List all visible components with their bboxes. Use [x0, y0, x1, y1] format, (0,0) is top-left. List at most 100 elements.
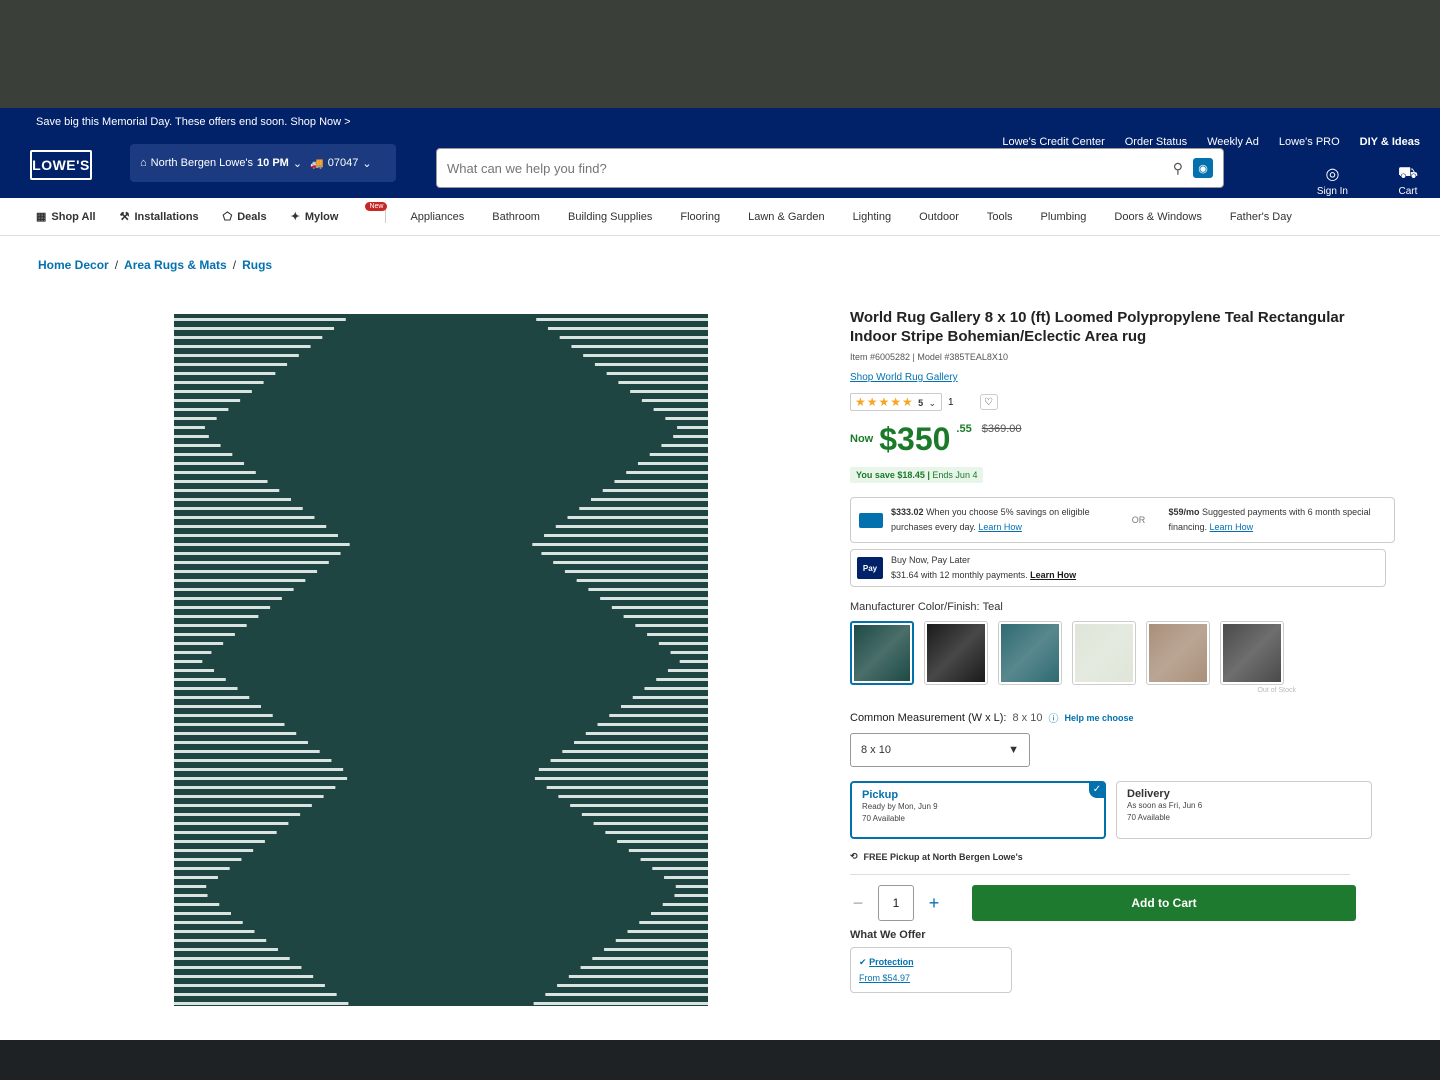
color-swatch[interactable]	[850, 621, 914, 685]
search-input[interactable]	[437, 160, 1173, 176]
delivery-option[interactable]: Delivery As soon as Fri, Jun 6 70 Availa…	[1116, 781, 1372, 839]
monitor-bezel-bottom	[0, 1040, 1440, 1080]
store-item[interactable]: ⌂ North Bergen Lowe's 10 PM ⌄	[140, 157, 302, 170]
nav-deals-label: Deals	[237, 210, 267, 223]
bnpl-text: $31.64 with 12 monthly payments.	[891, 570, 1028, 580]
protection-price[interactable]: From $54.97	[859, 970, 1003, 986]
top-link-order-status[interactable]: Order Status	[1125, 136, 1187, 148]
financing-offer: $59/mo Suggested payments with 6 month s…	[1169, 505, 1387, 535]
price-row: Now $350 .55 $369.00	[850, 423, 1395, 455]
pickup-icon: ⟲	[850, 851, 858, 861]
nav-category[interactable]: Flooring	[680, 211, 720, 223]
nav-category[interactable]: Appliances	[410, 211, 464, 223]
color-swatch[interactable]	[1072, 621, 1136, 685]
camera-search-icon[interactable]: ◉	[1193, 158, 1213, 178]
breadcrumb-rugs[interactable]: Rugs	[242, 258, 272, 272]
learn-how-link[interactable]: Learn How	[1030, 570, 1076, 580]
color-label-text: Manufacturer Color/Finish:	[850, 601, 980, 613]
nav-category[interactable]: Lighting	[853, 211, 892, 223]
credit-offer: $333.02 When you choose 5% savings on el…	[891, 505, 1109, 535]
info-icon[interactable]: ⓘ	[1048, 710, 1058, 725]
protection-card[interactable]: ✔ Protection From $54.97	[850, 947, 1012, 993]
nav-category[interactable]: Building Supplies	[568, 211, 652, 223]
size-select[interactable]: 8 x 10 ▼	[850, 733, 1030, 767]
learn-how-link[interactable]: Learn How	[978, 522, 1022, 532]
site-header: Lowe's Credit Center Order Status Weekly…	[0, 136, 1440, 198]
store-selector[interactable]: ⌂ North Bergen Lowe's 10 PM ⌄ 🚚 07047 ⌄	[130, 144, 396, 182]
new-badge: New	[365, 202, 388, 211]
top-links: Lowe's Credit Center Order Status Weekly…	[1002, 136, 1420, 148]
free-pickup-note: ⟲ FREE Pickup at North Bergen Lowe's	[850, 851, 1395, 862]
check-icon: ✓	[1089, 782, 1105, 798]
favorite-heart-icon[interactable]: ♡	[979, 394, 998, 410]
zip-selector[interactable]: 🚚 07047 ⌄	[310, 157, 372, 170]
swatch-fill	[1149, 624, 1207, 682]
was-price: $369.00	[981, 423, 1022, 435]
top-link-weekly-ad[interactable]: Weekly Ad	[1207, 136, 1259, 148]
color-swatch[interactable]	[1220, 621, 1284, 685]
promo-text[interactable]: Save big this Memorial Day. These offers…	[36, 116, 351, 128]
color-swatch[interactable]	[998, 621, 1062, 685]
search-icon[interactable]: ⚲	[1173, 160, 1183, 177]
store-icon: ⌂	[140, 157, 147, 169]
measure-label: Common Measurement (W x L):	[850, 711, 1007, 724]
help-me-choose-link[interactable]: Help me choose	[1064, 713, 1133, 723]
product-image[interactable]	[174, 314, 708, 1006]
review-count[interactable]: 1	[948, 397, 954, 408]
learn-how-link[interactable]: Learn How	[1210, 522, 1254, 532]
nav-category[interactable]: Lawn & Garden	[748, 211, 824, 223]
bnpl-title: Buy Now, Pay Later	[891, 555, 971, 565]
breadcrumb-home-decor[interactable]: Home Decor	[38, 258, 109, 272]
color-label: Manufacturer Color/Finish: Teal	[850, 601, 1395, 613]
credit-offer-box: $333.02 When you choose 5% savings on el…	[850, 497, 1395, 543]
nav-shop-all-label: Shop All	[51, 210, 96, 223]
nav-category[interactable]: Bathroom	[492, 211, 540, 223]
nav-category[interactable]: Outdoor	[919, 211, 959, 223]
color-swatch[interactable]	[1146, 621, 1210, 685]
category-nav: ▦ Shop All ⚒ Installations ⬠ Deals ✦ Mylow Ne…	[0, 198, 1440, 236]
rating-stars[interactable]: ★★★★★ 5 ⌄	[850, 393, 943, 411]
increment-button[interactable]: +	[926, 893, 942, 914]
add-to-cart-button[interactable]: Add to Cart	[972, 885, 1356, 921]
savings-ends: Ends Jun 4	[932, 470, 978, 480]
sign-in-button[interactable]: ◎ Sign In	[1317, 164, 1348, 197]
pickup-title: Pickup	[862, 789, 899, 801]
installations-icon: ⚒	[119, 211, 130, 223]
nav-installations[interactable]: ⚒ Installations	[119, 210, 199, 224]
rug-pattern	[174, 314, 708, 1006]
top-link-credit[interactable]: Lowe's Credit Center	[1002, 136, 1104, 148]
protection-link[interactable]: Protection	[869, 957, 914, 967]
pickup-available: 70 Available	[862, 814, 905, 823]
quantity-input[interactable]: 1	[878, 885, 914, 921]
chevron-down-icon: ⌄	[362, 157, 372, 170]
lowes-logo[interactable]: LOWE'S	[30, 150, 92, 180]
nav-category[interactable]: Father's Day	[1230, 211, 1292, 223]
swatch-fill	[1223, 624, 1281, 682]
color-swatch[interactable]	[924, 621, 988, 685]
account-icon: ◎	[1325, 166, 1340, 183]
pickup-ready: Ready by Mon, Jun 9	[862, 802, 938, 811]
nav-category[interactable]: Plumbing	[1041, 211, 1087, 223]
category-links: Appliances Bathroom Building Supplies Floor…	[386, 211, 1291, 223]
bnpl-box: Pay Buy Now, Pay Later $31.64 with 12 mo…	[850, 549, 1386, 587]
credit-offer-amount: $333.02	[891, 507, 924, 517]
swatch-fill	[1075, 624, 1133, 682]
quantity-row: − 1 + Add to Cart	[850, 885, 1395, 921]
tag-icon: ⬠	[222, 211, 233, 223]
breadcrumb: Home Decor / Area Rugs & Mats / Rugs	[0, 236, 1440, 272]
top-link-pro[interactable]: Lowe's PRO	[1279, 136, 1340, 148]
promo-banner[interactable]: Save big this Memorial Day. These offers…	[0, 108, 1440, 136]
nav-shop-all[interactable]: ▦ Shop All	[36, 210, 96, 224]
nav-category[interactable]: Doors & Windows	[1114, 211, 1201, 223]
brand-link[interactable]: Shop World Rug Gallery	[850, 372, 1395, 383]
breadcrumb-area-rugs[interactable]: Area Rugs & Mats	[124, 258, 227, 272]
pickup-option[interactable]: ✓ Pickup Ready by Mon, Jun 9 70 Availabl…	[850, 781, 1106, 839]
cart-button[interactable]: ⛟ Cart	[1398, 164, 1418, 197]
nav-mylow[interactable]: ✦ Mylow New	[291, 202, 388, 223]
nav-deals[interactable]: ⬠ Deals	[222, 210, 267, 224]
caret-down-icon: ▼	[1008, 744, 1019, 756]
nav-category[interactable]: Tools	[987, 211, 1013, 223]
top-link-diy[interactable]: DIY & Ideas	[1360, 136, 1420, 148]
truck-icon: 🚚	[310, 157, 324, 170]
decrement-button[interactable]: −	[850, 893, 866, 914]
